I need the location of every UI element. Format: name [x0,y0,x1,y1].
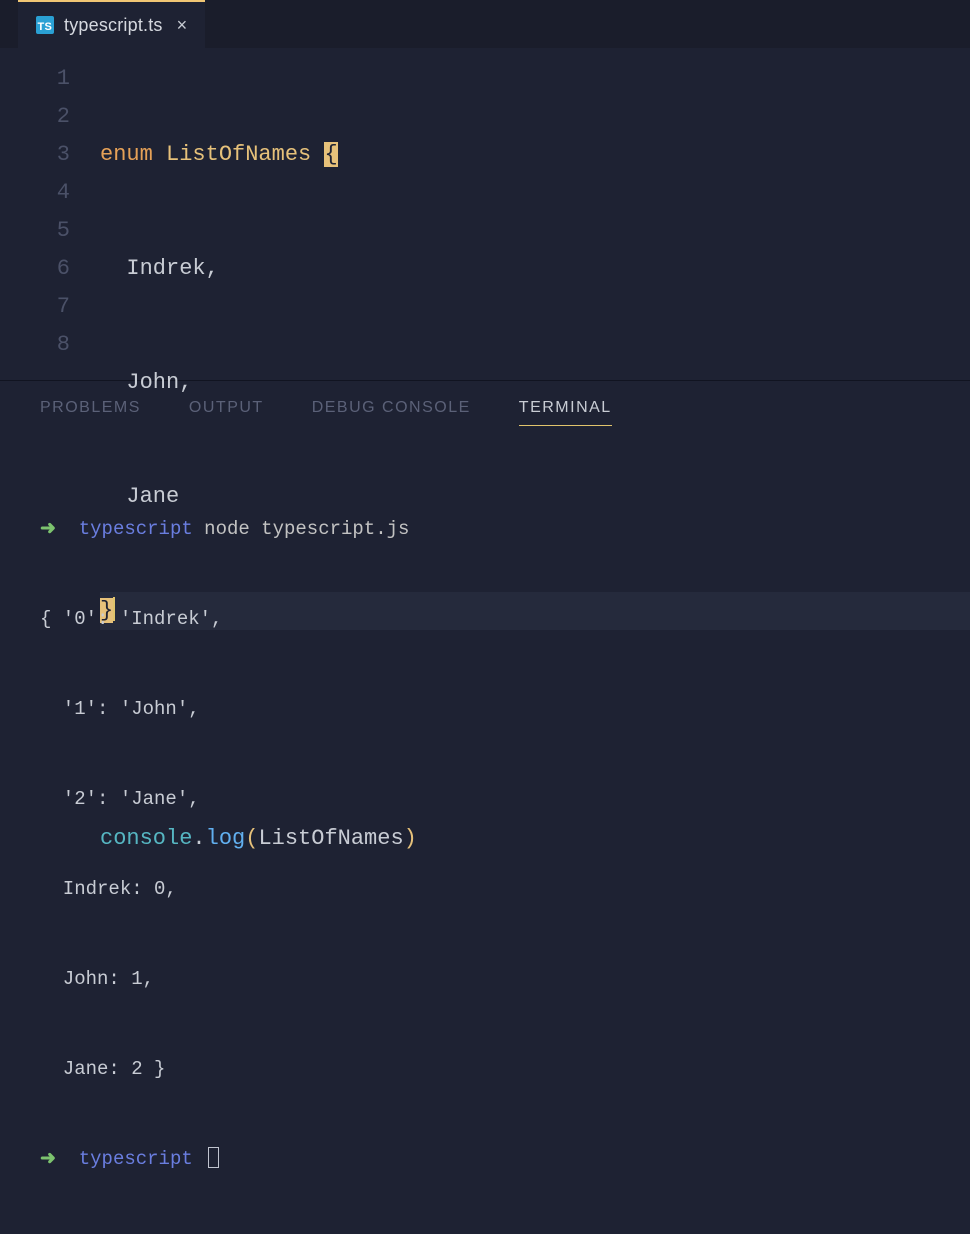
tab-problems[interactable]: PROBLEMS [40,399,141,426]
terminal-output-line: Jane: 2 } [40,1054,930,1084]
terminal-output-line: Indrek: 0, [40,874,930,904]
enum-member: Jane [126,484,179,509]
terminal-cursor [208,1147,219,1168]
type-name: ListOfNames [166,142,311,167]
line-number: 1 [0,60,70,98]
tab-bar: TS typescript.ts × [0,0,970,48]
code-line [100,706,970,744]
typescript-file-icon: TS [36,16,54,34]
terminal-output-line: '2': 'Jane', [40,784,930,814]
prompt-arrow-icon: ➜ [40,518,56,540]
tab-debug-console[interactable]: DEBUG CONSOLE [312,399,471,426]
code-editor[interactable]: 1 2 3 4 5 6 7 8 enum ListOfNames { Indre… [0,48,970,380]
brace-open: { [324,142,337,167]
terminal-command: node typescript.js [204,518,409,540]
code-line: console.log(ListOfNames) [100,820,970,858]
keyword-enum: enum [100,142,153,167]
paren-open: ( [245,826,258,851]
code-line: enum ListOfNames { [100,136,970,174]
code-content[interactable]: enum ListOfNames { Indrek, John, Jane } … [100,60,970,380]
tab-filename: typescript.ts [64,15,163,36]
line-number: 3 [0,136,70,174]
paren-close: ) [404,826,417,851]
line-number: 7 [0,288,70,326]
tab-output[interactable]: OUTPUT [189,399,264,426]
enum-member: John, [126,370,192,395]
code-line-current: } [100,592,970,630]
line-number: 5 [0,212,70,250]
close-icon[interactable]: × [177,15,188,36]
prompt-arrow-icon: ➜ [40,1148,56,1170]
file-tab[interactable]: TS typescript.ts × [18,0,205,48]
code-line [100,934,970,972]
prompt-dir: typescript [79,518,193,540]
console-object: console [100,826,192,851]
code-line: John, [100,364,970,402]
line-number: 4 [0,174,70,212]
line-number: 8 [0,326,70,364]
prompt-dir: typescript [79,1148,193,1170]
argument: ListOfNames [258,826,403,851]
code-line: Indrek, [100,250,970,288]
terminal-line: ➜ typescript [40,1144,930,1174]
line-number-gutter: 1 2 3 4 5 6 7 8 [0,60,100,380]
dot: . [192,826,205,851]
tab-terminal[interactable]: TERMINAL [519,399,612,426]
enum-member: Indrek, [126,256,218,281]
line-number: 6 [0,250,70,288]
log-function: log [206,826,246,851]
code-line: Jane [100,478,970,516]
line-number: 2 [0,98,70,136]
